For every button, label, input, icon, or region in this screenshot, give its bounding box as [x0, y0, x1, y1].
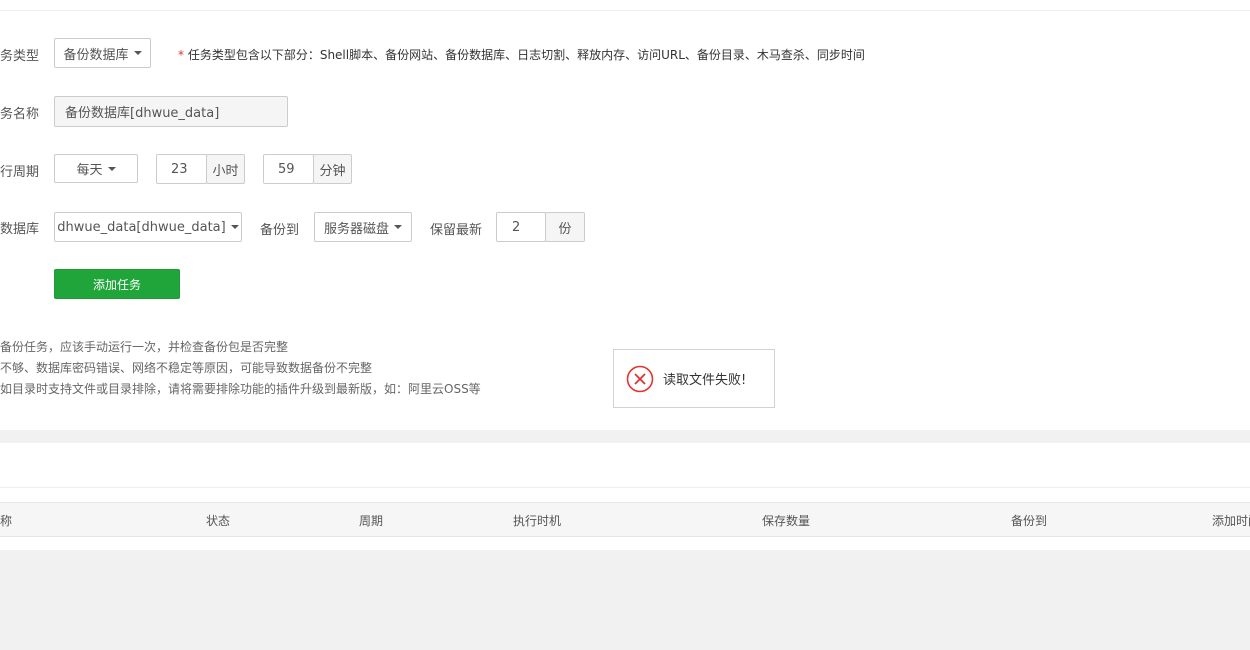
add-task-button[interactable]: 添加任务	[54, 269, 180, 299]
task-type-note-text: 任务类型包含以下部分：Shell脚本、备份网站、备份数据库、日志切割、释放内存、…	[187, 48, 865, 62]
hour-value: 23	[171, 161, 188, 177]
backup-to-select[interactable]: 服务器磁盘	[314, 212, 412, 242]
task-name-value: 备份数据库[dhwue_data]	[65, 106, 220, 121]
backup-to-value: 服务器磁盘	[324, 221, 390, 237]
chevron-down-icon	[230, 225, 239, 229]
minute-value: 59	[278, 161, 295, 177]
list-divider	[0, 487, 1250, 488]
database-label: 数据库	[0, 222, 40, 237]
col-name: 称	[0, 514, 13, 528]
minute-unit: 分钟	[313, 154, 352, 184]
task-name-label: 务名称	[0, 107, 40, 122]
database-select[interactable]: dhwue_data[dhwue_data]	[54, 212, 242, 242]
tip-line-3: 如目录时支持文件或目录排除，请将需要排除功能的插件升级到最新版，如：阿里云OSS…	[0, 382, 481, 396]
chevron-down-icon	[394, 225, 403, 229]
table-header: 称 状态 周期 执行时机 保存数量 备份到 添加时间	[0, 502, 1250, 537]
top-divider	[0, 10, 1250, 11]
tip-line-1: 备份任务，应该手动运行一次，并检查备份包是否完整	[0, 340, 289, 354]
error-toast: 读取文件失败!	[613, 349, 775, 408]
keep-unit: 份	[545, 212, 585, 242]
hour-unit: 小时	[206, 154, 245, 184]
chevron-down-icon	[107, 166, 116, 171]
task-list-panel: 称 状态 周期 执行时机 保存数量 备份到 添加时间	[0, 443, 1250, 550]
period-label: 行周期	[0, 165, 40, 180]
task-type-value: 备份数据库	[63, 47, 129, 63]
col-exec-time: 执行时机	[513, 514, 562, 528]
task-name-input[interactable]: 备份数据库[dhwue_data]	[54, 96, 288, 127]
task-type-note: * 任务类型包含以下部分：Shell脚本、备份网站、备份数据库、日志切割、释放内…	[178, 46, 865, 63]
frequency-select[interactable]: 每天	[54, 154, 138, 183]
col-keep-count: 保存数量	[762, 514, 811, 528]
required-star: *	[178, 48, 184, 62]
col-backup-to: 备份到	[1011, 514, 1048, 528]
chevron-down-icon	[133, 51, 142, 55]
keep-count-value: 2	[512, 219, 521, 235]
keep-latest-label: 保留最新	[430, 223, 483, 238]
backup-to-label: 备份到	[260, 223, 300, 238]
task-type-select[interactable]: 备份数据库	[54, 38, 151, 68]
cron-task-form-panel: 务类型 备份数据库 * 任务类型包含以下部分：Shell脚本、备份网站、备份数据…	[0, 0, 1250, 430]
keep-count-input[interactable]: 2	[496, 212, 546, 242]
error-circle-icon	[626, 365, 654, 392]
col-status: 状态	[206, 514, 231, 528]
frequency-value: 每天	[76, 163, 103, 178]
task-type-label: 务类型	[0, 49, 40, 64]
minute-input[interactable]: 59	[263, 154, 314, 184]
col-add-time: 添加时间	[1212, 514, 1250, 528]
toast-message: 读取文件失败!	[663, 373, 747, 388]
tip-line-2: 不够、数据库密码错误、网络不稳定等原因，可能导致数据备份不完整	[0, 361, 373, 375]
database-value: dhwue_data[dhwue_data]	[57, 219, 226, 235]
col-period: 周期	[359, 514, 384, 528]
hour-input[interactable]: 23	[156, 154, 207, 184]
